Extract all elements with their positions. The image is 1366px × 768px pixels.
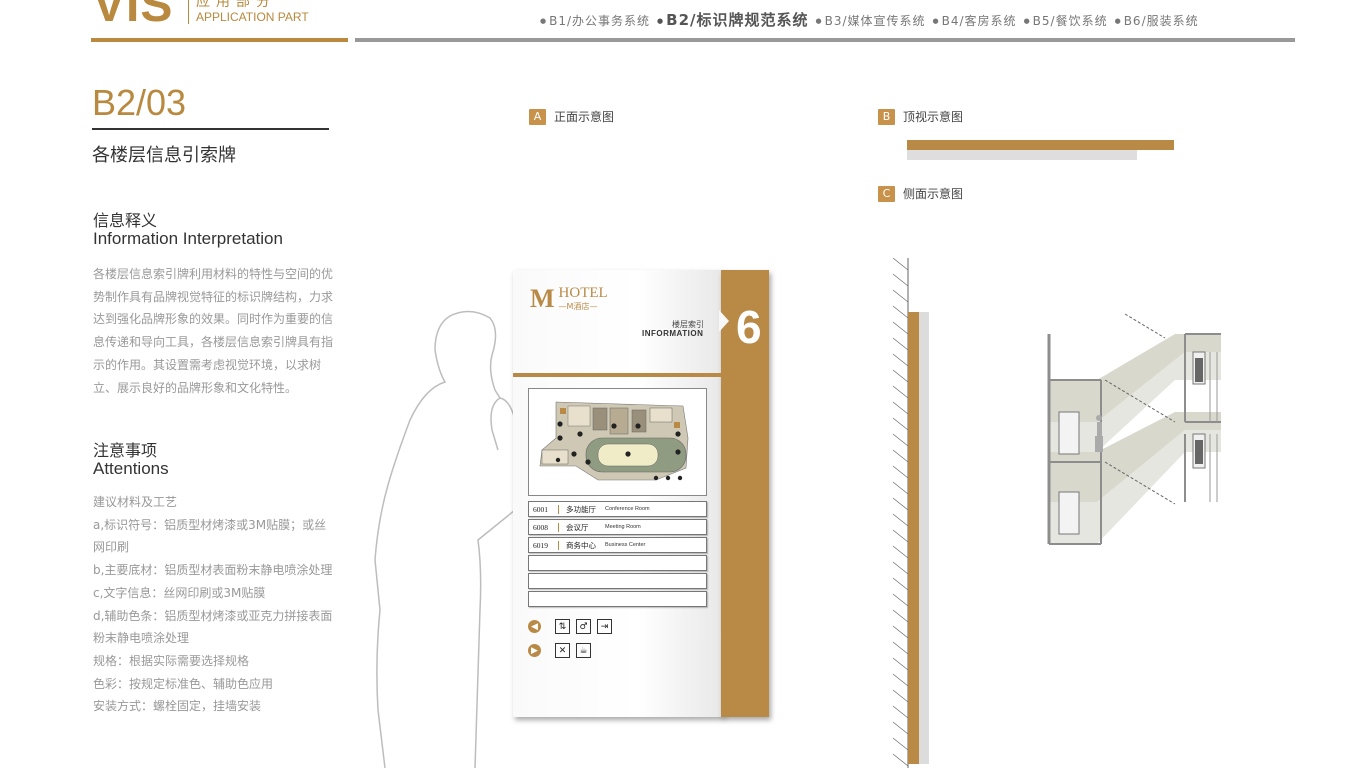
front-view-badge: A [529, 108, 546, 125]
vis-logo: VIS [93, 0, 174, 32]
nav-item-b3[interactable]: B3/媒体宣传系统 [816, 12, 926, 29]
room-name-cn: 多功能厅 [566, 504, 596, 514]
logo-mark: M [530, 284, 555, 313]
wall-hatch [893, 258, 909, 768]
attention-item: c,文字信息：丝网印刷或3M贴膜 [93, 585, 266, 600]
page-title: 各楼层信息引索牌 [92, 145, 236, 166]
attention-list: 建议材料及工艺 a,标识符号：铝质型材烤漆或3M贴膜；或丝网印刷 b,主要底材：… [93, 491, 333, 718]
nav-item-b5[interactable]: B5/餐饮系统 [1024, 12, 1108, 29]
attention-item: 安装方式：螺栓固定，挂墙安装 [93, 699, 262, 714]
attention-item: 建议材料及工艺 [93, 495, 178, 509]
nav-item-b4[interactable]: B4/客房系统 [933, 12, 1017, 29]
exit-icon: ⇥ [597, 619, 612, 634]
attention-item: a,标识符号：铝质型材烤漆或3M贴膜；或丝网印刷 [93, 517, 327, 555]
directory-row-empty [528, 555, 707, 571]
title-underline [92, 128, 329, 130]
sign-info-en: INFORMATION [642, 329, 704, 338]
attention-item: 色彩：按规定标准色、辅助色应用 [93, 676, 274, 691]
room-number: 6008 [529, 522, 559, 532]
side-view-panel [919, 312, 929, 764]
system-nav: B1/办公事务系统 B2/标识牌规范系统 B3/媒体宣传系统 B4/客房系统 B… [540, 9, 1199, 30]
attention-item: d,辅助色条：铝质型材烤漆或亚克力拼接表面粉末静电喷涂处理 [93, 608, 333, 646]
arrow-left-icon: ◀ [528, 620, 541, 633]
page-code: B2/03 [92, 82, 187, 123]
part-title-en: APPLICATION PART [196, 10, 309, 24]
top-view-label: B 顶视示意图 [878, 108, 963, 125]
room-name-cn: 会议厅 [566, 522, 589, 532]
header-rule-grey [355, 38, 1295, 42]
side-view-badge: C [878, 185, 895, 202]
sign-gold-rule [513, 373, 721, 377]
side-view-title: 侧面示意图 [903, 187, 964, 201]
hotel-logo: M HOTEL —M酒店— [530, 284, 608, 314]
coffee-icon: ☕ [576, 643, 591, 658]
room-number: 6001 [529, 504, 559, 514]
directory-row: 6019 商务中心 Business Center [528, 537, 707, 553]
logo-brand: HOTEL [558, 285, 608, 301]
attention-heading-en: Attentions [93, 459, 169, 478]
floor-number: 6 [736, 301, 762, 353]
attention-item: 规格：根据实际需要选择规格 [93, 653, 250, 668]
arrow-right-icon: ▶ [528, 644, 541, 657]
side-view-band [908, 312, 919, 764]
info-heading-en: Information Interpretation [93, 229, 283, 248]
directory-row: 6008 会议厅 Meeting Room [528, 519, 707, 535]
side-view-label: C 侧面示意图 [878, 185, 963, 202]
room-name-en: Meeting Room [605, 524, 641, 530]
directory-row-empty [528, 591, 707, 607]
top-view-panel [907, 150, 1137, 160]
staircase-section [1047, 313, 1221, 545]
info-paragraph: 各楼层信息索引牌利用材料的特性与空间的优势制作具有品牌视觉特征的标识牌结构，力求… [93, 267, 334, 395]
nav-item-b1[interactable]: B1/办公事务系统 [540, 12, 650, 29]
nav-item-b2[interactable]: B2/标识牌规范系统 [657, 9, 808, 30]
directory-row-empty [528, 573, 707, 589]
logo-brand-sub: —M酒店— [558, 302, 598, 311]
top-view-band [907, 140, 1174, 150]
front-view-title: 正面示意图 [554, 110, 615, 124]
room-name-cn: 商务中心 [566, 540, 596, 550]
top-view-title: 顶视示意图 [903, 110, 964, 124]
icon-row-right: ▶ ✕ ☕ [528, 643, 591, 658]
floor-plan-map [539, 401, 689, 481]
no-entry-icon: ✕ [555, 643, 570, 658]
nav-item-b6[interactable]: B6/服装系统 [1115, 12, 1199, 29]
header-rule-gold [91, 38, 348, 42]
restroom-icon: ♂ [576, 619, 591, 634]
front-view-label: A 正面示意图 [529, 108, 614, 125]
room-name-en: Business Center [605, 542, 646, 548]
logo-divider [188, 0, 189, 24]
top-view-badge: B [878, 108, 895, 125]
elevator-icon: ⇅ [555, 619, 570, 634]
icon-row-left: ◀ ⇅ ♂ ⇥ [528, 619, 612, 634]
directory-row: 6001 多功能厅 Conference Room [528, 501, 707, 517]
room-name-en: Conference Room [605, 506, 650, 512]
info-heading-cn: 信息释义 [93, 211, 158, 230]
attention-heading-cn: 注意事项 [93, 441, 158, 460]
room-number: 6019 [529, 540, 559, 550]
attention-item: b,主要底材：铝质型材表面粉末静电喷涂处理 [93, 563, 333, 578]
